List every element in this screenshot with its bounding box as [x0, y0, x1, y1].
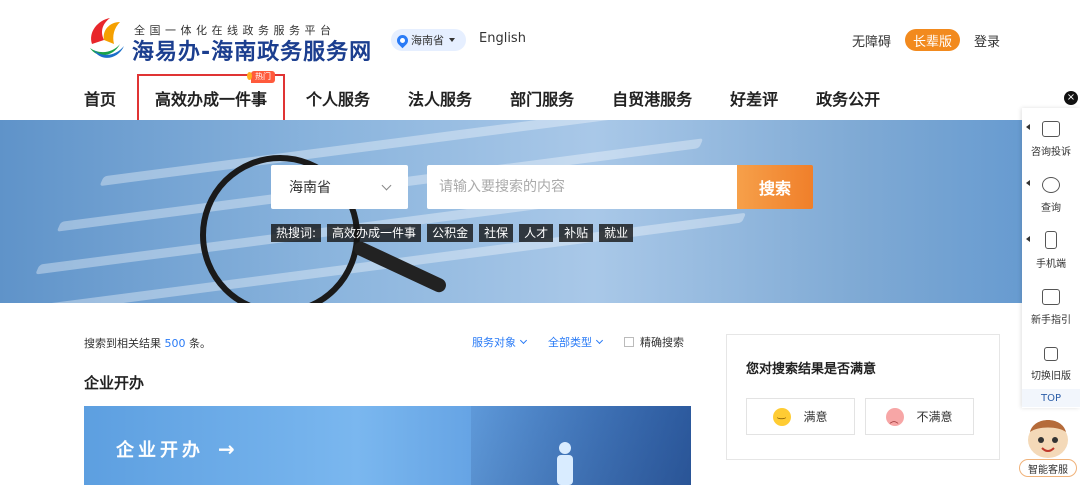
card-label: 企业开办 →: [116, 436, 235, 462]
caret-left-icon: [1026, 180, 1030, 186]
float-item-label: 切换旧版: [1031, 371, 1071, 382]
region-selector-label: 海南省: [411, 34, 444, 47]
hot-word[interactable]: 高效办成一件事: [327, 224, 422, 242]
caret-down-icon: [449, 38, 455, 42]
nav-item-evaluation[interactable]: 好差评: [711, 86, 797, 110]
float-item-consult[interactable]: 咨询投诉: [1022, 108, 1080, 164]
float-item-label: 新手指引: [1031, 315, 1071, 326]
arrow-right-icon: →: [218, 437, 235, 461]
guide-icon: [1042, 289, 1060, 305]
sad-face-icon: [886, 407, 905, 426]
business-startup-card[interactable]: 企业开办 →: [84, 406, 691, 485]
result-filters: 服务对象 全部类型 精确搜索: [472, 334, 684, 350]
card-title: 企业开办: [116, 440, 204, 461]
chat-bubble-icon: [1042, 121, 1060, 137]
page: 全国一体化在线政务服务平台 海易办-海南政务服务网 海南省 English 无障…: [0, 0, 1080, 485]
search-banner: 海南省 搜索 热搜词: 高效办成一件事 公积金 社保 人才 补贴 就业: [0, 120, 1080, 303]
result-count-number: 500: [164, 337, 186, 350]
float-item-switch-old[interactable]: 切换旧版: [1022, 332, 1080, 388]
filter-service-target[interactable]: 服务对象: [472, 334, 528, 350]
search-input[interactable]: [427, 165, 738, 209]
hot-word[interactable]: 就业: [599, 224, 634, 242]
result-count-suffix: 条。: [189, 337, 211, 350]
float-item-mobile[interactable]: 手机端: [1022, 220, 1080, 276]
satisfied-button[interactable]: 满意: [746, 398, 855, 435]
chevron-down-icon: [519, 336, 528, 345]
float-item-guide[interactable]: 新手指引: [1022, 276, 1080, 332]
chevron-down-icon: [381, 180, 392, 190]
nav-item-label: 高效办成一件事: [155, 90, 268, 109]
float-item-label: 手机端: [1036, 259, 1066, 270]
elder-mode-button[interactable]: 长辈版: [904, 29, 960, 51]
logo-title[interactable]: 海易办-海南政务服务网: [132, 34, 372, 66]
nav-item-legal-person-services[interactable]: 法人服务: [389, 86, 491, 110]
unsatisfied-label: 不满意: [916, 410, 953, 424]
query-icon: [1042, 177, 1060, 193]
hot-words-label: 热搜词:: [271, 224, 322, 242]
smile-icon: [773, 407, 792, 426]
hot-word[interactable]: 社保: [479, 224, 514, 242]
location-pin-icon: [394, 32, 411, 48]
hot-word[interactable]: 人才: [519, 224, 554, 242]
region-select[interactable]: 海南省: [271, 165, 408, 209]
result-count: 搜索到相关结果 500 条。: [84, 335, 211, 351]
hot-words: 热搜词: 高效办成一件事 公积金 社保 人才 补贴 就业: [271, 224, 634, 242]
person-figure-icon: [557, 442, 573, 485]
feedback-panel: 您对搜索结果是否满意 满意 不满意: [726, 334, 1000, 460]
nav-item-home[interactable]: 首页: [84, 86, 135, 110]
nav-item-one-thing[interactable]: 高效办成一件事 热门: [137, 71, 286, 122]
hot-badge: 热门: [247, 71, 276, 83]
top-links: 无障碍 长辈版 登录: [852, 29, 1000, 51]
header: 全国一体化在线政务服务平台 海易办-海南政务服务网 海南省 English 无障…: [0, 0, 1080, 122]
chevron-down-icon: [595, 336, 604, 345]
main-nav: 首页 高效办成一件事 热门 个人服务 法人服务 部门服务 自贸港服务 好差评 政…: [84, 71, 899, 122]
nav-item-department-services[interactable]: 部门服务: [491, 86, 593, 110]
float-item-label: 咨询投诉: [1031, 147, 1071, 158]
float-item-label: 查询: [1041, 203, 1061, 214]
back-to-top-button[interactable]: TOP: [1022, 389, 1080, 407]
mobile-phone-icon: [1045, 231, 1057, 249]
assistant-label[interactable]: 智能客服: [1019, 459, 1077, 477]
exact-search-toggle[interactable]: 精确搜索: [624, 334, 684, 350]
exact-search-label: 精确搜索: [640, 336, 684, 349]
feedback-title: 您对搜索结果是否满意: [746, 362, 877, 377]
satisfied-label: 满意: [803, 410, 828, 424]
float-toolbar: 咨询投诉 查询 手机端 新手指引 切换旧版: [1022, 108, 1080, 408]
caret-left-icon: [1026, 124, 1030, 130]
hot-word[interactable]: 补贴: [559, 224, 594, 242]
float-item-query[interactable]: 查询: [1022, 164, 1080, 220]
language-switch-link[interactable]: English: [479, 31, 526, 46]
switch-icon: [1044, 347, 1058, 361]
unsatisfied-button[interactable]: 不满意: [865, 398, 974, 435]
nav-item-personal-services[interactable]: 个人服务: [287, 86, 389, 110]
caret-left-icon: [1026, 236, 1030, 242]
exact-search-checkbox[interactable]: [624, 337, 634, 347]
site-logo-icon[interactable]: [84, 14, 126, 62]
region-select-value: 海南省: [289, 180, 331, 196]
search-button[interactable]: 搜索: [737, 165, 813, 209]
result-count-prefix: 搜索到相关结果: [84, 337, 161, 350]
section-title: 企业开办: [84, 374, 145, 392]
nav-item-ftp-services[interactable]: 自贸港服务: [593, 86, 711, 110]
nav-item-gov-affairs[interactable]: 政务公开: [797, 86, 899, 110]
accessibility-link[interactable]: 无障碍: [852, 31, 891, 50]
hot-word[interactable]: 公积金: [427, 224, 474, 242]
login-link[interactable]: 登录: [974, 31, 1000, 50]
filter-all-types[interactable]: 全部类型: [548, 334, 604, 350]
filter-label: 服务对象: [472, 336, 516, 349]
region-selector[interactable]: 海南省: [391, 29, 466, 51]
card-decoration: [471, 406, 691, 485]
close-icon[interactable]: ×: [1064, 91, 1078, 105]
filter-label: 全部类型: [548, 336, 592, 349]
